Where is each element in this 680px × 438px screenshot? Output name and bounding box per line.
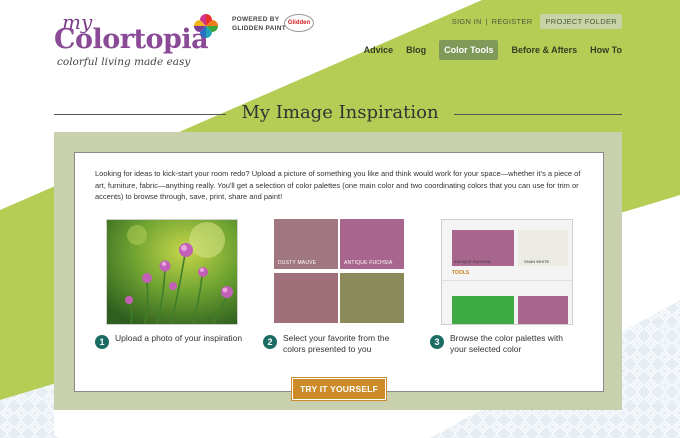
step-2-badge: 2 (263, 335, 277, 349)
register-link[interactable]: REGISTER (492, 17, 533, 26)
palette-tools-label: TOOLS (452, 270, 470, 276)
pinwheel-icon (194, 14, 218, 38)
step-1-badge: 1 (95, 335, 109, 349)
palette-fuchsia-color (518, 296, 568, 324)
utility-nav: SIGN IN | REGISTER PROJECT FOLDER (452, 14, 622, 29)
main-nav: Advice Blog Color Tools Before & Afters … (351, 40, 622, 60)
color-swatches: DUSTY MAUVE ANTIQUE FUCHSIA (274, 219, 404, 323)
nav-advice[interactable]: Advice (364, 45, 394, 55)
nav-before-afters[interactable]: Before & Afters (511, 45, 577, 55)
swatch-label: DUSTY MAUVE (278, 260, 317, 266)
step-3-text: Browse the color palettes with your sele… (450, 333, 563, 354)
palette-second-label: SHAN WHITE (524, 259, 550, 264)
utility-separator: | (485, 17, 488, 26)
powered-by-text: POWERED BY GLIDDEN PAINT (232, 16, 286, 32)
swatch-label: ANTIQUE FUCHSIA (344, 260, 393, 266)
intro-text: Looking for ideas to kick-start your roo… (95, 169, 581, 201)
palette-divider (442, 280, 572, 281)
step-3-badge: 3 (430, 335, 444, 349)
swatch-rose[interactable] (274, 273, 338, 323)
content-card: Looking for ideas to kick-start your roo… (74, 152, 604, 392)
logo-wordmark: Colortopia (54, 24, 209, 55)
try-it-yourself-button[interactable]: TRY IT YOURSELF (292, 378, 386, 400)
step-2-text: Select your favorite from the colors pre… (283, 333, 390, 354)
swatch-antique-fuchsia[interactable]: ANTIQUE FUCHSIA (340, 219, 404, 269)
project-folder-button[interactable]: PROJECT FOLDER (540, 14, 622, 29)
palette-green-color (452, 296, 514, 324)
flower-photo (106, 219, 238, 325)
swatch-dusty-mauve[interactable]: DUSTY MAUVE (274, 219, 338, 269)
logo-tagline: colorful living made easy (57, 56, 191, 68)
step-1-text: Upload a photo of your inspiration (115, 333, 243, 343)
swatch-olive[interactable] (340, 273, 404, 323)
nav-how-to[interactable]: How To (590, 45, 622, 55)
glidden-logo[interactable]: Glidden (284, 14, 314, 32)
sign-in-link[interactable]: SIGN IN (452, 17, 482, 26)
nav-color-tools[interactable]: Color Tools (439, 40, 499, 60)
page-title: My Image Inspiration (241, 102, 439, 123)
nav-blog[interactable]: Blog (406, 45, 426, 55)
palette-main-label: ANTIQUE FUCHSIA (454, 259, 491, 264)
palette-preview: ANTIQUE FUCHSIA SHAN WHITE TOOLS (441, 219, 573, 325)
